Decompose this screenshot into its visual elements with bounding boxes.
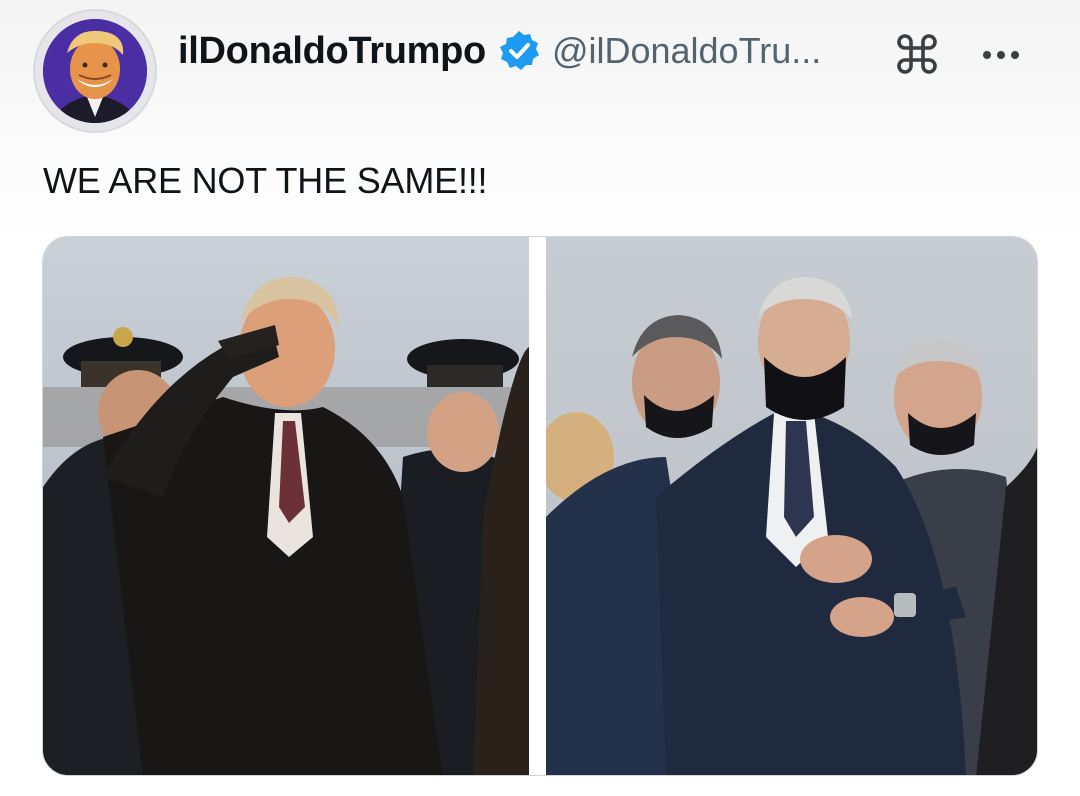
post-card: ilDonaldoTrumpo @ilDonaldoTru... WE ARE …	[0, 0, 1080, 796]
avatar-image	[43, 19, 147, 123]
more-options-icon[interactable]	[978, 32, 1024, 78]
user-handle[interactable]: @ilDonaldoTru...	[552, 30, 821, 72]
media-grid	[42, 236, 1038, 776]
post-text: WE ARE NOT THE SAME!!!	[43, 160, 488, 201]
post-header: ilDonaldoTrumpo @ilDonaldoTru...	[178, 26, 821, 76]
verified-badge-icon	[496, 28, 542, 74]
profile-avatar[interactable]	[33, 9, 157, 133]
media-image-right[interactable]	[546, 237, 1037, 775]
media-image-left[interactable]	[43, 237, 529, 775]
command-key-icon[interactable]	[893, 30, 941, 78]
display-name[interactable]: ilDonaldoTrumpo	[178, 30, 486, 73]
